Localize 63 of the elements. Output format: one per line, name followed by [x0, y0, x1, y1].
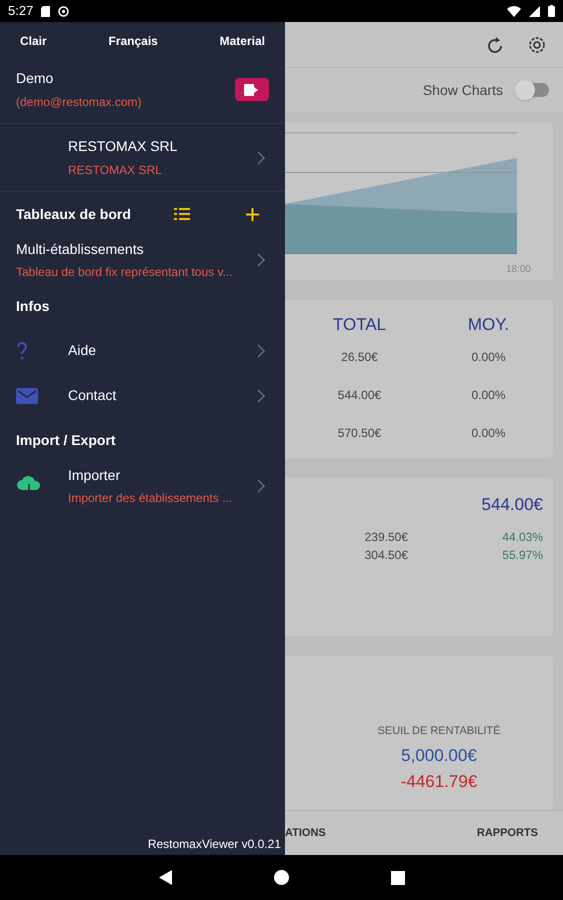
split-amount: 239.50€ [364, 528, 408, 546]
user-email: (demo@restomax.com) [16, 94, 142, 111]
logout-button[interactable] [235, 78, 269, 101]
refresh-icon[interactable] [486, 34, 504, 54]
bottom-tab[interactable]: ATIONS [285, 824, 326, 842]
company-subtitle: RESTOMAX SRL [68, 162, 163, 179]
table-cell-text: 0.00% [470, 386, 507, 404]
chevron-icon [257, 150, 265, 164]
column-header: MOY. [466, 314, 510, 336]
table-cell-text: 0.00% [470, 348, 507, 366]
section-title: Tableaux de bord [16, 204, 132, 224]
drawer-item[interactable]: Contact [0, 373, 285, 418]
table-cell-text: 26.50€ [340, 348, 379, 366]
battery-icon [548, 5, 555, 17]
back-icon[interactable] [158, 870, 172, 885]
envelope-icon [16, 388, 38, 404]
wifi-icon [507, 6, 521, 16]
question-mark-icon [16, 342, 28, 360]
chevron-icon [257, 479, 265, 493]
breakeven-difference: -4461.79€ [400, 770, 478, 792]
drawer-item[interactable]: Importer Importer des établissements ... [0, 462, 285, 510]
chart-axis-label: 18:00 [506, 263, 531, 277]
item-subtitle: Importer des établissements ... [68, 490, 234, 507]
sd-card-icon [41, 6, 50, 16]
item-subtitle: Tableau de bord fix représentant tous v... [16, 264, 234, 281]
bottom-tab[interactable]: RAPPORTS [476, 824, 538, 842]
breakeven-target: 5,000.00€ [401, 745, 477, 767]
item-title: Multi-établissements [16, 240, 145, 259]
company-title: RESTOMAX SRL [68, 137, 178, 156]
home-icon[interactable] [274, 870, 288, 885]
item-title: Aide [68, 341, 98, 360]
setting-option[interactable]: Material [220, 32, 265, 50]
table-cell-text: 0.00% [470, 424, 507, 442]
section-title: Infos [16, 296, 50, 316]
item-title: Contact [68, 386, 118, 405]
logout-icon [244, 84, 260, 96]
table-cell-text: 570.50€ [336, 424, 382, 442]
column-header: TOTAL [332, 314, 388, 336]
chevron-icon [257, 388, 265, 402]
recents-icon[interactable] [390, 870, 404, 884]
show-charts-switch[interactable] [515, 80, 549, 100]
setting-option[interactable]: Français [108, 32, 158, 50]
drawer-item[interactable]: Aide [0, 328, 285, 373]
drawer-item[interactable]: Multi-établissements Tableau de bord fix représentant tous v... [0, 236, 285, 284]
split-total: 544.00€ [482, 494, 543, 516]
split-percent: 55.97% [501, 546, 543, 564]
split-percent: 44.03% [501, 528, 543, 546]
show-charts-label: Show Charts [422, 80, 503, 100]
sync-icon [58, 6, 70, 16]
plus-icon[interactable] [246, 208, 259, 220]
split-amount: 304.50€ [364, 546, 408, 564]
chevron-icon [257, 253, 265, 267]
item-title: Importer [68, 466, 122, 485]
table-cell-text: 544.00€ [336, 386, 382, 404]
chevron-icon [257, 344, 265, 358]
section-title: Import / Export [16, 430, 117, 450]
setting-option[interactable]: Clair [20, 32, 47, 50]
app-version: RestomaxViewer v0.0.21 [148, 836, 281, 853]
signal-icon [529, 6, 540, 16]
user-name: Demo [16, 69, 54, 88]
list-icon[interactable] [174, 208, 190, 220]
breakeven-label: SEUIL DE RENTABILITÉ [378, 724, 500, 738]
status-time: 5:27 [8, 2, 34, 20]
